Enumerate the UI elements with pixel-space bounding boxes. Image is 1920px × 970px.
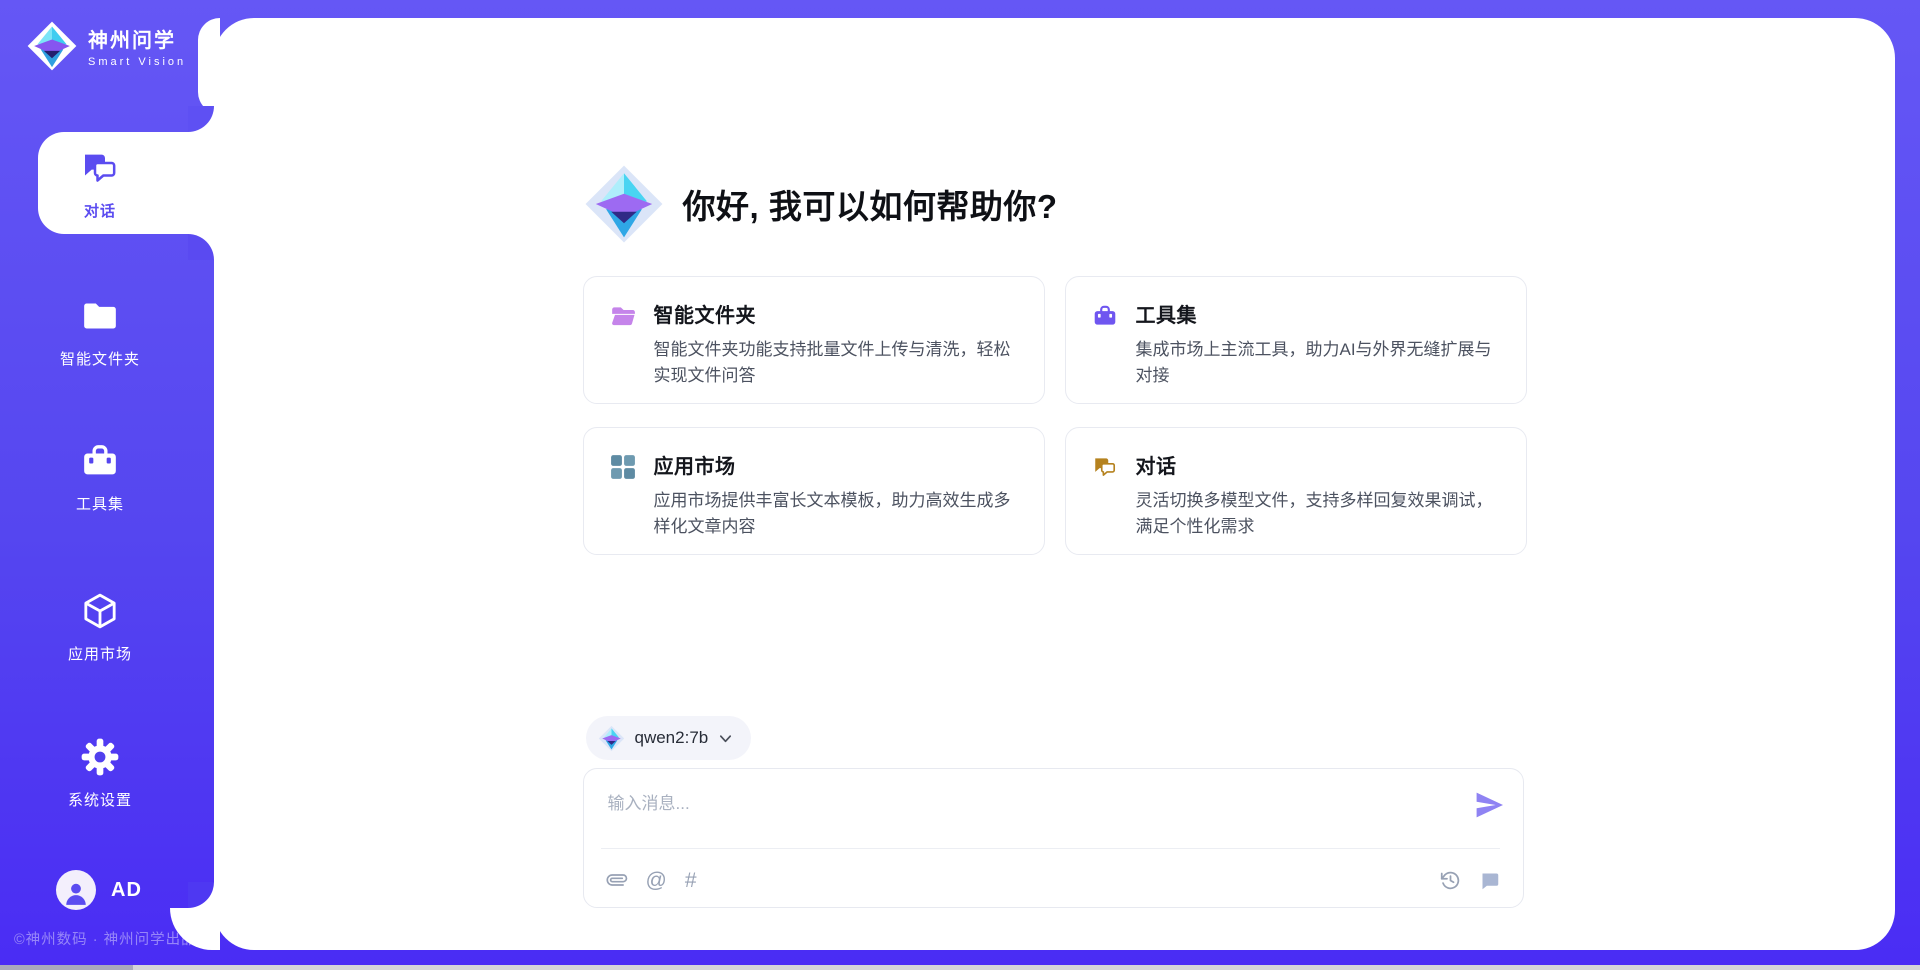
card-description: 智能文件夹功能支持批量文件上传与清洗，轻松实现文件问答	[654, 337, 1018, 390]
composer-divider	[601, 848, 1500, 849]
card-title: 智能文件夹	[654, 299, 1018, 328]
card-description: 集成市场上主流工具，助力AI与外界无缝扩展与对接	[1136, 337, 1500, 390]
hero-greeting: 你好, 我可以如何帮助你?	[583, 163, 1058, 245]
brand-name: 神州问学	[88, 24, 186, 53]
sidebar-item-label: 工具集	[0, 493, 200, 514]
sidebar-item-chat[interactable]: 对话	[0, 148, 200, 221]
sidebar-item-label: 应用市场	[0, 643, 200, 664]
sidebar-item-label: 对话	[0, 200, 200, 221]
chevron-down-icon	[718, 731, 733, 746]
person-icon	[63, 880, 89, 906]
at-mention-icon[interactable]: @	[646, 870, 667, 891]
card-app-market[interactable]: 应用市场 应用市场提供丰富长文本模板，助力高效生成多样化文章内容	[583, 427, 1045, 555]
card-smart-folder[interactable]: 智能文件夹 智能文件夹功能支持批量文件上传与清洗，轻松实现文件问答	[583, 276, 1045, 404]
briefcase-icon	[80, 441, 120, 481]
chat-bubble-icon[interactable]	[1479, 869, 1501, 891]
chat-icon	[1092, 454, 1118, 480]
folder-open-icon	[610, 303, 636, 329]
brand-tagline: Smart Vision	[88, 56, 186, 68]
user-account[interactable]: AD	[56, 870, 142, 910]
diamond-logo-icon	[598, 725, 625, 752]
grid-cube-icon	[610, 454, 636, 480]
sidebar-item-label: 系统设置	[0, 789, 200, 810]
composer-toolbar: @ #	[606, 862, 1501, 898]
card-toolkit[interactable]: 工具集 集成市场上主流工具，助力AI与外界无缝扩展与对接	[1065, 276, 1527, 404]
model-name: qwen2:7b	[635, 728, 709, 748]
diamond-logo-icon	[583, 163, 665, 245]
sidebar-item-toolkit[interactable]: 工具集	[0, 441, 200, 514]
brand-logo: 神州问学 Smart Vision	[26, 20, 186, 72]
avatar	[56, 870, 96, 910]
model-selector[interactable]: qwen2:7b	[586, 716, 752, 760]
history-icon[interactable]	[1440, 869, 1462, 891]
briefcase-icon	[1092, 303, 1118, 329]
card-title: 对话	[1136, 450, 1500, 479]
greeting-text: 你好, 我可以如何帮助你?	[683, 180, 1058, 228]
folder-icon	[80, 296, 120, 336]
diamond-logo-icon	[26, 20, 78, 72]
message-input[interactable]	[608, 789, 1448, 841]
card-title: 应用市场	[654, 450, 1018, 479]
sidebar-item-label: 智能文件夹	[0, 348, 200, 369]
send-icon[interactable]	[1473, 789, 1505, 821]
hash-topic-icon[interactable]: #	[685, 870, 697, 891]
sidebar-item-app-market[interactable]: 应用市场	[0, 591, 200, 664]
feature-cards: 智能文件夹 智能文件夹功能支持批量文件上传与清洗，轻松实现文件问答 工具集 集成…	[583, 276, 1527, 555]
horizontal-scrollbar[interactable]	[0, 965, 1920, 970]
scrollbar-thumb[interactable]	[0, 965, 133, 970]
sidebar-item-smart-folder[interactable]: 智能文件夹	[0, 296, 200, 369]
user-name: AD	[111, 879, 142, 902]
card-description: 应用市场提供丰富长文本模板，助力高效生成多样化文章内容	[654, 488, 1018, 541]
card-title: 工具集	[1136, 299, 1500, 328]
copyright-footer: ©神州数码 · 神州问学出品	[14, 928, 197, 949]
gear-icon	[80, 737, 120, 777]
message-composer: @ #	[583, 768, 1524, 908]
sidebar: 神州问学 Smart Vision 对话 智能文件夹 工具集 应用市场	[0, 0, 214, 970]
cube-icon	[80, 591, 120, 631]
paperclip-icon[interactable]	[606, 869, 628, 891]
chat-icon	[80, 148, 120, 188]
card-chat[interactable]: 对话 灵活切换多模型文件，支持多样回复效果调试，满足个性化需求	[1065, 427, 1527, 555]
sidebar-item-settings[interactable]: 系统设置	[0, 737, 200, 810]
card-description: 灵活切换多模型文件，支持多样回复效果调试，满足个性化需求	[1136, 488, 1500, 541]
